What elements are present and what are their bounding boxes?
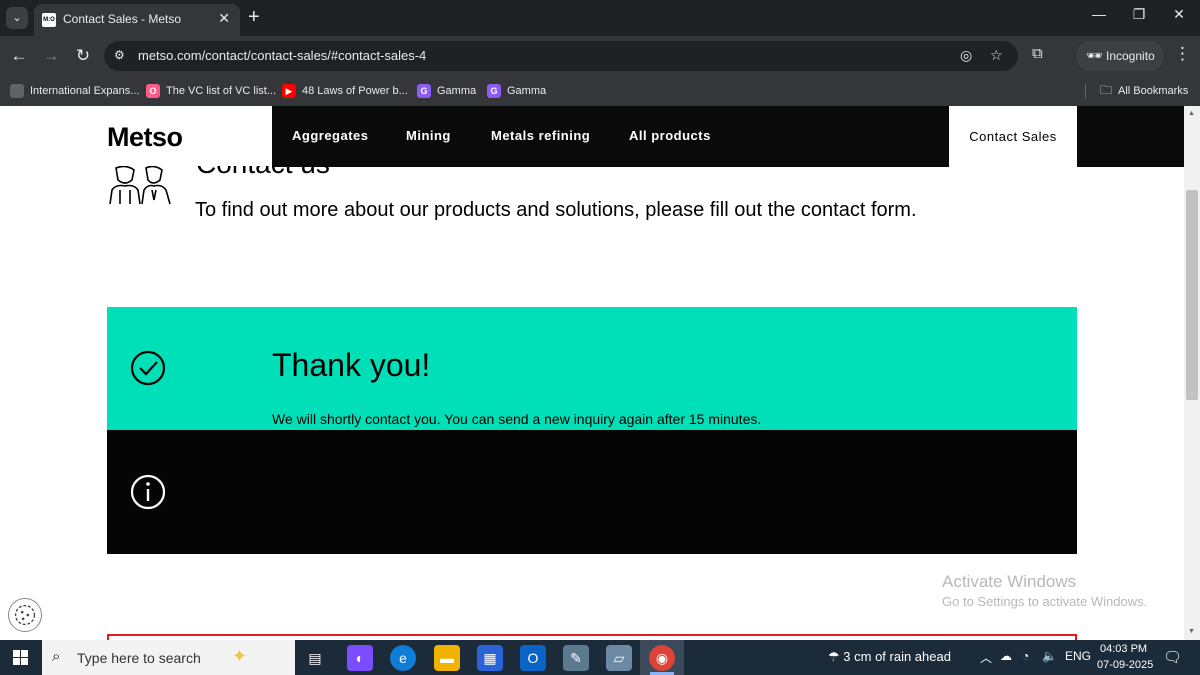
bookmark-item[interactable]: ▶ 48 Laws of Power b... [282,82,408,100]
nav-aggregates[interactable]: Aggregates [292,128,369,143]
address-bar[interactable]: ⚙ metso.com/contact/contact-sales/#conta… [104,41,1018,71]
outlook-icon[interactable]: O [520,645,546,671]
cookie-settings-icon[interactable] [8,598,42,632]
info-banner [107,430,1077,554]
bookmarks-bar: International Expans... O The VC list of… [0,76,1200,106]
tab-title: Contact Sales - Metso [63,12,182,26]
scroll-thumb[interactable] [1186,190,1198,400]
language-indicator[interactable]: ENG [1065,649,1091,663]
tray-chevron-icon[interactable]: ︿ [980,649,992,666]
main-nav: Aggregates Mining Metals refining All pr… [272,106,1184,167]
search-icon: ⌕ [52,648,61,665]
notification-icon[interactable]: 🗨 [1163,648,1182,666]
bookmark-label: Gamma [437,85,477,97]
weather-text: 3 cm of rain ahead [843,649,951,664]
bookmark-item[interactable]: G Gamma [487,82,546,100]
nav-all-products[interactable]: All products [629,128,711,143]
close-tab-icon[interactable]: ✕ [218,10,230,27]
back-button[interactable]: ← [7,44,31,68]
minimize-button[interactable]: — [1087,6,1111,22]
copilot-sparkle-icon: ✦ [232,646,248,666]
all-bookmarks-button[interactable]: 🗀 All Bookmarks [1100,82,1188,100]
bookmark-label: 48 Laws of Power b... [302,85,408,97]
bookmarks-separator [1085,83,1086,99]
contact-sales-button[interactable]: Contact Sales [949,106,1077,167]
store-icon[interactable]: ▦ [477,645,503,671]
search-placeholder: Type here to search [77,650,201,666]
metso-favicon-icon: M:O [42,13,56,27]
file-explorer-icon[interactable]: ▬ [434,645,460,671]
copilot-icon[interactable]: ◐ [347,645,373,671]
active-tab[interactable]: M:O Contact Sales - Metso ✕ [34,4,240,36]
success-banner: Thank you! We will shortly contact you. … [107,307,1077,430]
notion-icon: O [146,84,160,98]
page-scrollbar[interactable]: ▲ ▼ [1184,106,1200,640]
umbrella-icon: ☂ [828,649,840,664]
forward-button[interactable]: → [39,44,63,68]
chrome-icon[interactable]: ◉ [649,645,675,671]
windows-taskbar: ⌕ Type here to search ✦ ▤ ◐ e ▬ ▦ O ✎ ▱ … [0,640,1200,675]
eye-slash-icon[interactable]: ◎ [960,47,972,64]
tab-strip: ⌄ M:O Contact Sales - Metso ✕ + — ❐ ✕ [0,0,1200,36]
incognito-button[interactable]: 🕶 Incognito [1076,41,1164,71]
bookmark-item[interactable]: International Expans... [10,82,139,100]
edge-icon[interactable]: e [390,645,416,671]
app-icon[interactable]: ✎ [563,645,589,671]
people-icon [109,166,171,205]
thank-you-title: Thank you! [272,347,431,383]
extensions-icon[interactable]: ⧉ [1032,45,1043,62]
scroll-down-icon[interactable]: ▼ [1188,628,1195,635]
incognito-label: Incognito [1106,49,1155,63]
bookmark-item[interactable]: G Gamma [417,82,476,100]
incognito-icon: 🕶 [1086,48,1103,63]
cloud-icon[interactable]: ☁ [1000,649,1012,663]
reload-button[interactable]: ↻ [71,44,95,68]
browser-toolbar: ← → ↻ ⚙ metso.com/contact/contact-sales/… [0,36,1200,76]
task-view-icon[interactable]: ▤ [302,645,328,671]
contact-description: To find out more about our products and … [195,199,917,221]
thank-you-message: We will shortly contact you. You can sen… [272,411,762,427]
web-page: Metso Aggregates Mining Metals refining … [0,106,1184,640]
site-info-icon[interactable]: ⚙ [114,48,130,64]
tab-search-button[interactable]: ⌄ [6,7,28,29]
activate-windows-title: Activate Windows [942,572,1077,591]
url-text[interactable]: metso.com/contact/contact-sales/#contact… [138,48,426,63]
bookmark-label: Gamma [507,85,547,97]
check-circle-icon [130,350,166,386]
metso-logo[interactable]: Metso [107,122,183,153]
all-bookmarks-label: All Bookmarks [1118,85,1189,97]
globe-icon [10,84,24,98]
bookmark-star-icon[interactable]: ☆ [990,47,1003,64]
bookmark-label: The VC list of VC list... [166,85,277,97]
notes-icon[interactable]: ▱ [606,645,632,671]
restore-button[interactable]: ❐ [1127,6,1151,23]
volume-icon[interactable]: 🔈 [1042,649,1057,663]
wifi-icon[interactable]: ◔ [1022,649,1029,663]
gamma-icon: G [417,84,431,98]
info-circle-icon [130,474,166,510]
activate-windows-subtitle: Go to Settings to activate Windows. [942,594,1148,609]
new-tab-button[interactable]: + [248,6,260,28]
nav-metals-refining[interactable]: Metals refining [491,128,590,143]
bookmark-item[interactable]: O The VC list of VC list... [146,82,276,100]
bookmark-label: International Expans... [30,85,140,97]
gamma-icon: G [487,84,501,98]
windows-start-icon[interactable] [0,640,42,675]
scroll-up-icon[interactable]: ▲ [1188,110,1195,117]
nav-mining[interactable]: Mining [406,128,451,143]
youtube-icon: ▶ [282,84,296,98]
close-window-button[interactable]: ✕ [1167,6,1191,23]
browser-menu-icon[interactable]: ⋮ [1174,44,1191,64]
taskbar-search[interactable]: ⌕ Type here to search ✦ [42,640,295,675]
clock-date[interactable]: 07-09-2025 [1097,659,1153,671]
clock-time[interactable]: 04:03 PM [1100,643,1147,655]
weather-widget[interactable]: ☂ 3 cm of rain ahead [828,649,951,665]
folder-icon: 🗀 [1100,82,1113,97]
